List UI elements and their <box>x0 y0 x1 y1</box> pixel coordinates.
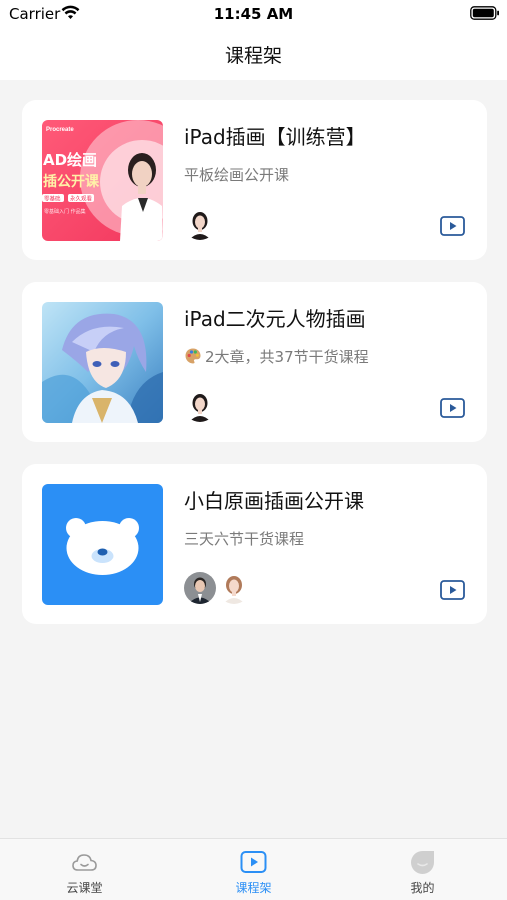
course-subtitle: 平板绘画公开课 <box>184 166 290 184</box>
course-card-ipad-illustration-camp[interactable]: Procreate AD绘画 插公开课 零基础 永久观看 零基础入门 作品集 i… <box>22 100 487 260</box>
course-subtitle: 2大章，共37节干货课程 <box>184 346 369 367</box>
app-screen: Carrier 11:45 AM 课程架 Procreate AD绘画 插公开课… <box>0 0 507 900</box>
tab-label: 课程架 <box>235 881 272 895</box>
navigation-bar: 课程架 <box>0 28 507 80</box>
course-cover-image: Procreate AD绘画 插公开课 零基础 永久观看 零基础入门 作品集 <box>42 120 163 241</box>
course-thumbnail: Procreate AD绘画 插公开课 零基础 永久观看 零基础入门 作品集 <box>42 120 163 241</box>
teacher-avatar-female <box>184 208 216 240</box>
cover-heading: AD绘画 <box>43 151 97 169</box>
course-subtitle: 三天六节干货课程 <box>184 530 305 548</box>
battery-icon <box>470 6 499 20</box>
play-icon[interactable] <box>440 398 465 418</box>
course-card-beginner-concept-art[interactable]: 小白原画插画公开课 三天六节干货课程 <box>22 464 487 624</box>
course-subtitle-text: 2大章，共37节干货课程 <box>205 348 369 366</box>
play-icon[interactable] <box>440 580 465 600</box>
course-title: iPad插画【训练营】 <box>184 125 366 149</box>
page-title: 课程架 <box>224 45 282 67</box>
palette-icon <box>185 348 201 364</box>
cover-subheading: 插公开课 <box>43 173 100 190</box>
tab-cloud-classroom[interactable]: 云课堂 <box>0 839 169 900</box>
tab-bar: 云课堂 课程架 我的 <box>0 838 507 900</box>
cover-footnote: 零基础入门 作品集 <box>44 208 86 215</box>
course-cover-image <box>42 302 163 423</box>
course-list: Procreate AD绘画 插公开课 零基础 永久观看 零基础入门 作品集 i… <box>22 100 487 646</box>
course-title: iPad二次元人物插画 <box>184 307 366 331</box>
tab-label: 云课堂 <box>66 881 103 895</box>
course-card-anime-character[interactable]: iPad二次元人物插画 2大章，共37节干货课程 <box>22 282 487 442</box>
course-thumbnail <box>42 484 163 605</box>
teacher-avatar-male <box>184 572 216 604</box>
cloud-icon <box>72 854 97 871</box>
play-icon[interactable] <box>440 216 465 236</box>
cover-tag-2: 永久观看 <box>70 195 93 203</box>
tab-profile[interactable]: 我的 <box>338 839 507 900</box>
clock: 11:45 AM <box>213 5 294 23</box>
status-bar: Carrier 11:45 AM <box>0 0 507 28</box>
bear-logo-icon <box>42 484 163 605</box>
profile-icon <box>411 851 434 874</box>
teacher-avatar-female <box>218 572 250 604</box>
tab-label: 我的 <box>410 881 435 895</box>
course-title: 小白原画插画公开课 <box>184 489 364 513</box>
cover-tag-1: 零基础 <box>44 195 61 203</box>
play-icon <box>240 851 267 873</box>
teacher-avatar-female <box>184 390 216 422</box>
cover-brand: Procreate <box>46 127 74 133</box>
course-thumbnail <box>42 302 163 423</box>
tab-course-shelf[interactable]: 课程架 <box>169 839 338 900</box>
